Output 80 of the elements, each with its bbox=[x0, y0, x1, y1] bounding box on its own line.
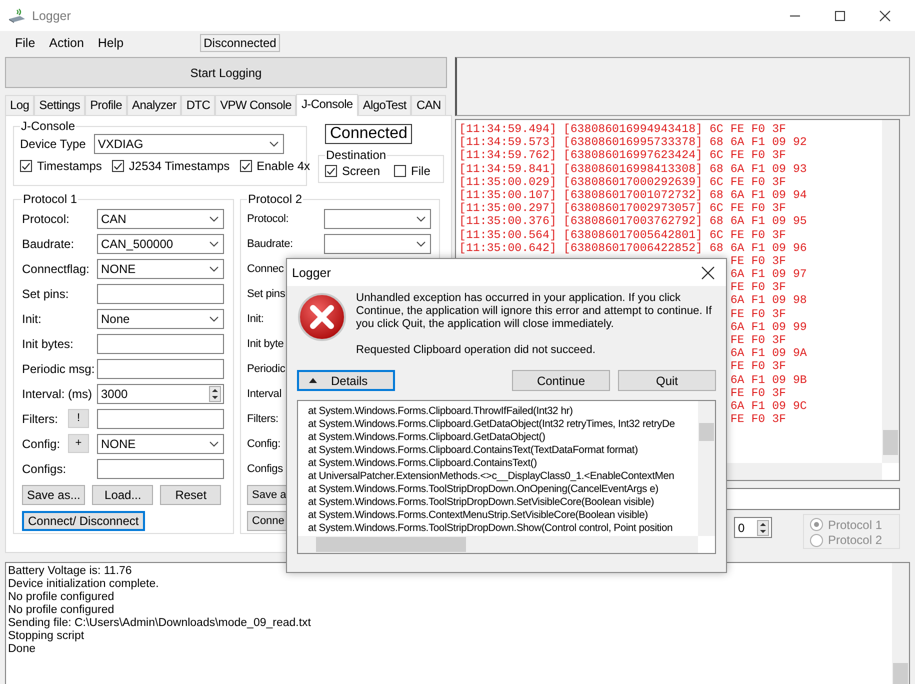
trace-line: FE F0 3F bbox=[730, 281, 786, 294]
trace-line: [11:34:59.494] [638086016994943418] 6C FE F0 3F bbox=[459, 123, 786, 136]
radio-label: Protocol 1 bbox=[828, 518, 882, 532]
stack-trace-line: at System.Windows.Forms.ContextMenuStrip.SetVisibleCore(Boolean visible) bbox=[308, 509, 649, 522]
error-message: Unhandled exception has occurred in your application. If you click Continue, the application will ignore this error and attempt to continue. If you click Quit, the application will close immediately. bbox=[356, 292, 713, 331]
trace-line: FE F0 3F bbox=[730, 254, 786, 268]
field-label: Set pins bbox=[247, 288, 286, 300]
log-line: Device initialization complete. bbox=[8, 578, 160, 591]
stack-trace-line: at System.Windows.Forms.Clipboard.ContainsText(TextDataFormat format) bbox=[308, 444, 639, 457]
field-label: Config: bbox=[22, 436, 62, 450]
stack-trace-line: at System.Windows.Forms.ToolStripDropDown.SetVisibleCore(Boolean visible) bbox=[308, 496, 655, 509]
trace-line: FE F0 3F bbox=[730, 413, 786, 426]
field-label: Init: bbox=[247, 312, 264, 324]
trace-line: [11:34:59.841] [638086016998413308] 68 6A F1 09 93 bbox=[459, 162, 807, 176]
log-line: Stopping script bbox=[8, 630, 86, 643]
stack-trace-line: at System.Windows.Forms.Clipboard.GetDataObject() bbox=[308, 431, 546, 444]
field-label: Filters: bbox=[22, 412, 59, 426]
field-label: Interval: (ms) bbox=[22, 386, 94, 400]
group-title: Destination bbox=[325, 148, 388, 162]
dialog-title: Logger bbox=[292, 266, 331, 280]
trace-line: 6A F1 09 99 bbox=[730, 320, 807, 334]
field-label: Periodic msg: bbox=[22, 362, 96, 376]
field-label: Protocol: bbox=[247, 212, 289, 224]
connection-state-label: Connected bbox=[325, 124, 412, 144]
field-label: Init bytes: bbox=[22, 336, 74, 350]
trace-line: 6A F1 09 9A bbox=[730, 347, 807, 360]
checkbox-label: Enable 4x bbox=[256, 159, 310, 173]
field-label: Init byte bbox=[247, 338, 284, 350]
field-label: Protocol: bbox=[22, 212, 70, 226]
field-label: Set pins: bbox=[22, 286, 70, 300]
trace-line: FE F0 3F bbox=[730, 308, 786, 321]
trace-line: [11:35:00.029] [638086017000292639] 6C FE F0 3F bbox=[459, 176, 786, 189]
trace-line: [11:34:59.762] [638086016997623424] 6C FE F0 3F bbox=[459, 149, 786, 162]
trace-line: [11:35:00.107] [638086017001072732] 68 6A F1 09 94 bbox=[459, 188, 807, 202]
field-label: Init: bbox=[22, 312, 42, 326]
trace-line: [11:35:00.376] [638086017003762792] 68 6A F1 09 95 bbox=[459, 215, 807, 228]
stack-trace-line: at System.Windows.Forms.Clipboard.ThrowIfFailed(Int32 hr) bbox=[308, 405, 574, 418]
field-label: Baudrate: bbox=[247, 238, 293, 250]
field-label: Configs bbox=[247, 462, 283, 474]
field-label: Baudrate: bbox=[22, 236, 76, 250]
stack-trace-line: at System.Windows.Forms.Clipboard.ContainsText() bbox=[308, 457, 538, 470]
trace-line: FE F0 3F bbox=[730, 360, 786, 374]
trace-line: 6A F1 09 98 bbox=[730, 294, 807, 308]
checkbox-label: Timestamps bbox=[37, 159, 102, 173]
checkbox-label: Screen bbox=[342, 164, 380, 178]
group-title: Protocol 2 bbox=[247, 193, 304, 206]
log-line: No profile configured bbox=[8, 591, 116, 604]
trace-line: [11:35:00.642] [638086017006422852] 68 6A F1 09 96 bbox=[459, 242, 807, 255]
stack-trace-line: at UniversalPatcher.ExtensionMethods.<>c__DisplayClass0_1.<EnableContextMen bbox=[308, 470, 676, 483]
trace-line: FE F0 3F bbox=[730, 386, 786, 400]
trace-line: [11:34:59.573] [638086016995733378] 68 6A F1 09 92 bbox=[459, 136, 807, 150]
group-title: Protocol 1 bbox=[22, 193, 78, 206]
error-detail-text: Requested Clipboard operation did not succeed. bbox=[356, 344, 596, 357]
stack-trace-line: at System.Windows.Forms.ToolStripDropDown.Show(Control control, Point position bbox=[308, 522, 674, 535]
connection-status: Disconnected bbox=[200, 34, 280, 52]
field-label: Config: bbox=[247, 438, 280, 450]
trace-line: FE F0 3F bbox=[730, 334, 786, 347]
log-line: Sending file: C:\Users\Admin\Downloads\mode_09_read.txt bbox=[8, 617, 312, 630]
field-label: Configs: bbox=[22, 462, 68, 476]
trace-line: 6A F1 09 97 bbox=[730, 268, 807, 282]
trace-line: 6A F1 09 9C bbox=[730, 400, 807, 413]
field-label: Interval bbox=[247, 388, 282, 400]
field-label: Connectflag: bbox=[22, 262, 90, 276]
group-title: J-Console bbox=[20, 119, 76, 133]
field-label: Periodic bbox=[247, 362, 286, 374]
trace-line: 6A F1 09 9B bbox=[730, 374, 807, 387]
stack-trace-line: at System.Windows.Forms.ToolStripDropDown.OnOpening(CancelEventArgs e) bbox=[308, 483, 660, 496]
log-line: Done bbox=[8, 643, 36, 656]
checkbox-label: J2534 Timestamps bbox=[128, 159, 230, 173]
field-label: Device Type bbox=[20, 137, 86, 151]
window-title: Logger bbox=[32, 8, 71, 22]
trace-line: [11:35:00.297] [638086017002973057] 6C FE F0 3F bbox=[459, 202, 786, 216]
log-line: Battery Voltage is: 11.76 bbox=[8, 565, 133, 578]
field-label: Filters: bbox=[247, 412, 278, 424]
checkbox-label: File bbox=[411, 164, 430, 178]
trace-line: [11:35:00.564] [638086017005642801] 6C FE F0 3F bbox=[459, 228, 786, 242]
field-label: Connec bbox=[247, 262, 284, 274]
radio-label: Protocol 2 bbox=[828, 533, 882, 548]
stack-trace-line: at System.Windows.Forms.Clipboard.GetDataObject(Int32 retryTimes, Int32 retryDe bbox=[308, 418, 676, 431]
log-line: No profile configured bbox=[8, 604, 116, 617]
